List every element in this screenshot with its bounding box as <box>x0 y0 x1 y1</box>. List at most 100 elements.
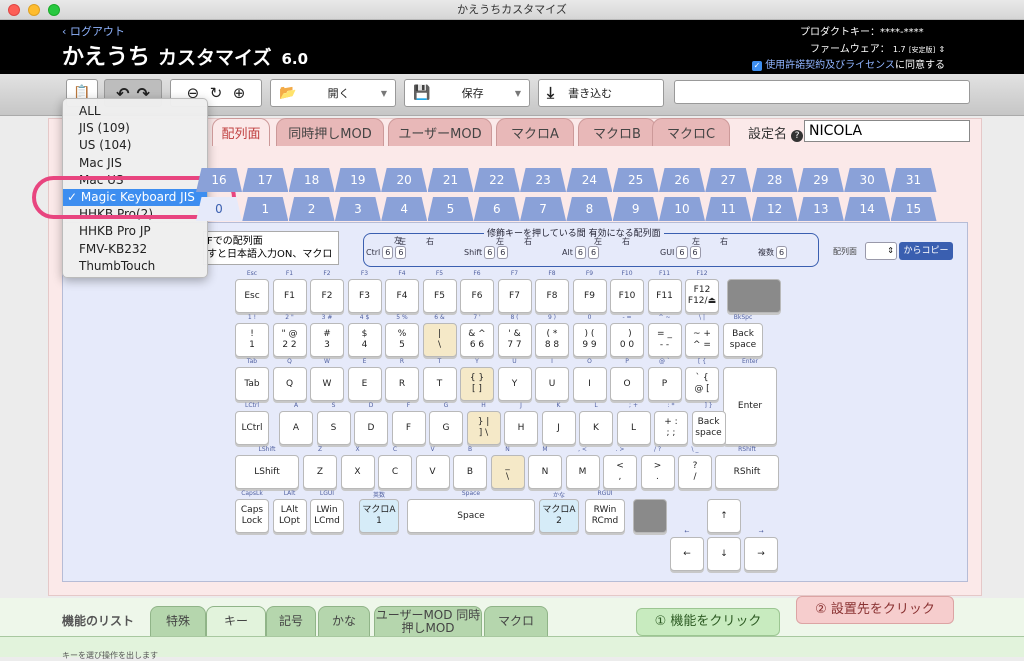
modifier-left-select[interactable]: 6 <box>382 246 394 259</box>
key-73[interactable]: マクロA 2 <box>539 499 579 533</box>
key-28[interactable]: Tab <box>235 367 269 401</box>
key-4[interactable]: F4 <box>385 279 419 313</box>
key-20[interactable]: & ^ 6 6 <box>460 323 494 357</box>
dropdown-option[interactable]: Mac JIS <box>63 155 207 172</box>
layer-tab-4[interactable]: 4 <box>381 197 428 221</box>
key-10[interactable]: F10 <box>610 279 644 313</box>
layout-tab-4[interactable]: マクロB <box>578 118 656 146</box>
key-62[interactable]: N <box>528 455 562 489</box>
key-37[interactable]: I <box>572 367 607 401</box>
layout-tab-0[interactable]: 配列面 <box>212 118 270 146</box>
function-tab-4[interactable]: ユーザーMOD 同時押しMOD <box>374 606 482 636</box>
key-14[interactable]: ! 1 <box>235 323 269 357</box>
key-1[interactable]: F1 <box>272 279 307 313</box>
layer-tab-19[interactable]: 19 <box>334 168 381 192</box>
layer-tab-13[interactable]: 13 <box>797 197 844 221</box>
key-71[interactable]: マクロA 1 <box>359 499 399 533</box>
key-75[interactable] <box>633 499 667 533</box>
layer-tab-30[interactable]: 30 <box>844 168 891 192</box>
dropdown-option[interactable]: US (104) <box>63 137 207 154</box>
dropdown-option[interactable]: FMV-KB232 <box>63 241 207 258</box>
layer-tab-24[interactable]: 24 <box>566 168 613 192</box>
logout-link[interactable]: ‹ ログアウト <box>62 23 125 39</box>
modifier-multi-select[interactable]: 6 <box>776 246 788 259</box>
key-11[interactable]: F11 <box>647 279 682 313</box>
layer-tab-3[interactable]: 3 <box>334 197 381 221</box>
key-66[interactable]: ? / <box>678 455 712 489</box>
layer-tab-29[interactable]: 29 <box>797 168 844 192</box>
key-55[interactable]: LShift <box>235 455 299 489</box>
key-78[interactable]: ↓ <box>707 537 741 571</box>
layer-tab-25[interactable]: 25 <box>612 168 659 192</box>
key-33[interactable]: T <box>422 367 457 401</box>
key-25[interactable]: = _ - - <box>647 323 682 357</box>
layer-tab-22[interactable]: 22 <box>473 168 520 192</box>
key-56[interactable]: Z <box>303 455 337 489</box>
key-0[interactable]: Esc <box>235 279 269 313</box>
layout-tab-5[interactable]: マクロC <box>652 118 730 146</box>
help-icon[interactable]: ? <box>791 130 804 142</box>
key-59[interactable]: V <box>415 455 450 489</box>
layer-tab-16[interactable]: 16 <box>196 168 242 192</box>
key-68[interactable]: Caps Lock <box>235 499 269 533</box>
layer-tab-9[interactable]: 9 <box>612 197 659 221</box>
key-27[interactable]: Back space <box>723 323 763 357</box>
open-button[interactable]: 📂 開く ▼ <box>270 79 396 107</box>
key-45[interactable]: D <box>354 411 388 445</box>
dropdown-option[interactable]: ALL <box>63 103 207 120</box>
key-72[interactable]: Space <box>407 499 535 533</box>
key-7[interactable]: F7 <box>497 279 532 313</box>
layer-tab-10[interactable]: 10 <box>659 197 705 221</box>
key-70[interactable]: LWin LCmd <box>310 499 344 533</box>
key-51[interactable]: K <box>579 411 613 445</box>
key-23[interactable]: ) ( 9 9 <box>572 323 607 357</box>
key-44[interactable]: S <box>316 411 351 445</box>
function-tab-5[interactable]: マクロ <box>484 606 548 636</box>
key-39[interactable]: P <box>647 367 682 401</box>
key-64[interactable]: < , <box>603 455 637 489</box>
key-63[interactable]: M <box>565 455 600 489</box>
layer-tab-12[interactable]: 12 <box>751 197 798 221</box>
key-30[interactable]: W <box>310 367 344 401</box>
layer-tab-2[interactable]: 2 <box>288 197 335 221</box>
key-3[interactable]: F3 <box>347 279 382 313</box>
firmware-select-icon[interactable]: ⇕ <box>938 45 945 54</box>
key-34[interactable]: { } [ ] <box>460 367 494 401</box>
key-35[interactable]: Y <box>497 367 532 401</box>
key-52[interactable]: L <box>616 411 651 445</box>
key-40[interactable]: ` { @ [ <box>685 367 719 401</box>
key-19[interactable]: | \ <box>422 323 457 357</box>
key-74[interactable]: RWin RCmd <box>585 499 625 533</box>
key-22[interactable]: ( * 8 8 <box>535 323 569 357</box>
layer-tab-1[interactable]: 1 <box>242 197 289 221</box>
layer-tab-20[interactable]: 20 <box>381 168 428 192</box>
dropdown-option[interactable]: HHKB Pro JP <box>63 223 207 240</box>
key-24[interactable]: ) 0 0 <box>610 323 644 357</box>
copy-layer-select[interactable]: ⇕ <box>865 242 897 260</box>
key-54[interactable]: Back space <box>691 411 726 445</box>
key-9[interactable]: F9 <box>572 279 607 313</box>
key-26[interactable]: ~ + ^ = <box>685 323 719 357</box>
key-57[interactable]: X <box>340 455 375 489</box>
key-77[interactable]: ← <box>670 537 704 571</box>
key-58[interactable]: C <box>378 455 412 489</box>
layer-tab-6[interactable]: 6 <box>473 197 520 221</box>
layer-tab-5[interactable]: 5 <box>427 197 474 221</box>
modifier-right-select[interactable]: 6 <box>689 246 701 259</box>
modifier-left-select[interactable]: 6 <box>676 246 688 259</box>
layer-tab-31[interactable]: 31 <box>890 168 937 192</box>
key-29[interactable]: Q <box>272 367 307 401</box>
function-tab-3[interactable]: かな <box>318 606 370 636</box>
key-42[interactable]: LCtrl <box>235 411 269 445</box>
zoom-in-icon[interactable]: ⊕ <box>233 84 246 102</box>
key-16[interactable]: # 3 <box>310 323 344 357</box>
key-60[interactable]: B <box>453 455 487 489</box>
layer-tab-8[interactable]: 8 <box>566 197 613 221</box>
layout-tab-2[interactable]: ユーザーMOD <box>388 118 492 146</box>
key-49[interactable]: H <box>504 411 538 445</box>
dropdown-option[interactable]: JIS (109) <box>63 120 207 137</box>
layer-tab-15[interactable]: 15 <box>890 197 937 221</box>
zoom-window-button[interactable] <box>48 4 60 16</box>
copy-from-button[interactable]: からコピー <box>899 242 953 260</box>
layer-tab-18[interactable]: 18 <box>288 168 335 192</box>
